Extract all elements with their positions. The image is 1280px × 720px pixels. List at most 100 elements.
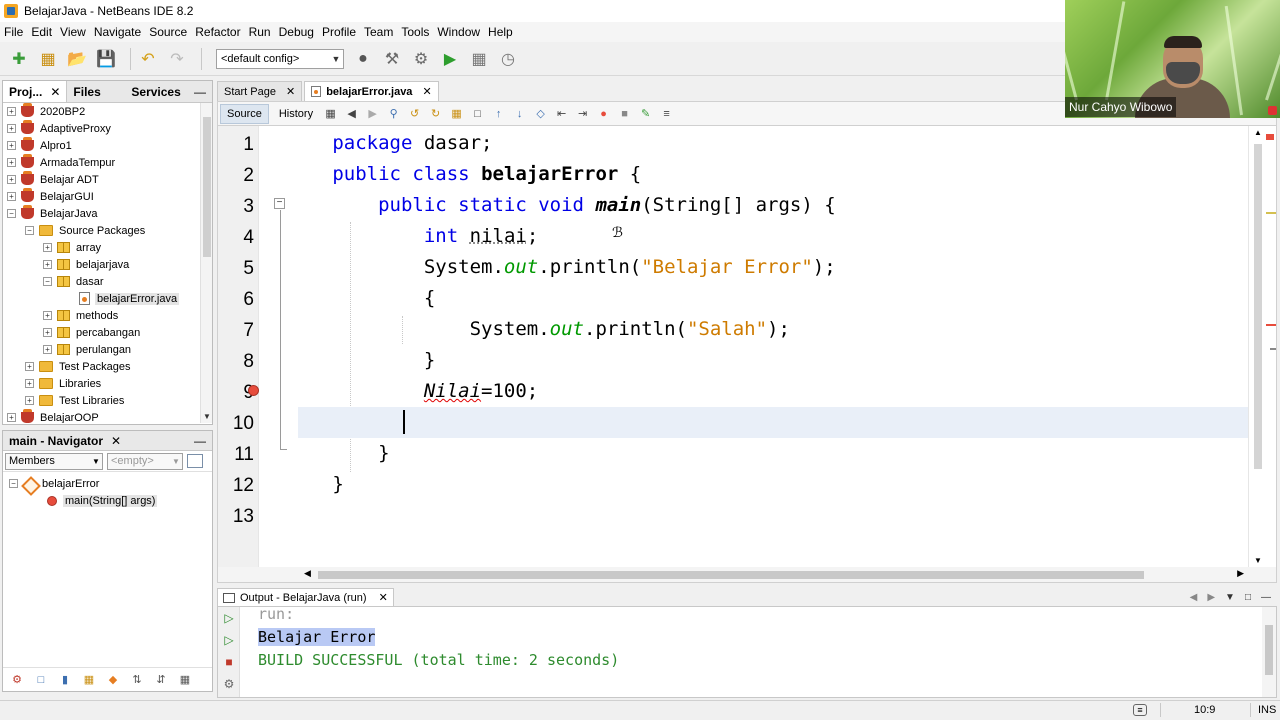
tree-item[interactable]: + BelajarOOP (3, 409, 212, 423)
tab-services[interactable]: Services (125, 81, 186, 102)
menu-navigate[interactable]: Navigate (94, 25, 141, 39)
toggle-highlight-icon[interactable]: ▦ (449, 106, 464, 121)
back-icon[interactable]: ◀ (344, 106, 359, 121)
toggle-bookmark-icon[interactable]: ◇ (533, 106, 548, 121)
expand-icon[interactable]: + (7, 107, 16, 116)
expand-icon[interactable]: + (25, 396, 34, 405)
minimize-button[interactable]: — (194, 434, 206, 448)
stop-icon[interactable]: ■ (222, 655, 236, 669)
scroll-right-icon[interactable]: ▶ (1237, 568, 1244, 579)
expand-icon[interactable]: + (43, 243, 52, 252)
expand-icon[interactable]: + (7, 175, 16, 184)
projects-scrollbar[interactable]: ▼ (200, 103, 212, 423)
tree-item-selected[interactable]: belajarError.java (3, 290, 212, 307)
menu-edit[interactable]: Edit (31, 25, 52, 39)
last-edit-icon[interactable]: ▦ (323, 106, 338, 121)
tab-projects[interactable]: Proj... ✕ (3, 81, 68, 102)
open-project-icon[interactable]: 📂 (66, 48, 88, 70)
maximize-icon[interactable]: □ (1245, 592, 1251, 603)
nonpublic-filter-icon[interactable]: ▮ (57, 673, 73, 687)
javadoc-icon[interactable]: ▦ (177, 673, 193, 687)
profile-icon[interactable]: ◷ (497, 48, 519, 70)
expand-icon[interactable]: + (7, 124, 16, 133)
comment-icon[interactable]: ✎ (638, 106, 653, 121)
static-filter-icon[interactable]: □ (33, 673, 49, 687)
debug-icon[interactable]: ▦ (468, 48, 490, 70)
expand-icon[interactable]: + (25, 362, 34, 371)
tree-item[interactable]: + methods (3, 307, 212, 324)
expand-icon[interactable]: + (7, 413, 16, 422)
globe-icon[interactable]: ● (352, 48, 374, 70)
tree-item[interactable]: + array (3, 239, 212, 256)
error-stripe[interactable] (1266, 324, 1276, 326)
tab-start-page[interactable]: Start Page ✕ (217, 81, 303, 101)
previous-bookmark-icon[interactable]: ↑ (491, 106, 506, 121)
close-icon[interactable]: ✕ (422, 85, 431, 98)
tree-item[interactable]: + Alpro1 (3, 137, 212, 154)
menu-help[interactable]: Help (488, 25, 513, 39)
sort-by-name-icon[interactable]: ⇅ (129, 673, 145, 687)
tree-item[interactable]: + Belajar ADT (3, 171, 212, 188)
navigator-class-item[interactable]: − belajarError (3, 475, 212, 492)
tree-item[interactable]: + Test Libraries (3, 392, 212, 409)
toggle-rect-select-icon[interactable]: □ (470, 106, 485, 121)
close-icon[interactable]: ✕ (50, 85, 60, 99)
scroll-up-icon[interactable]: ▲ (1254, 128, 1262, 137)
tab-files[interactable]: Files (67, 81, 125, 102)
menu-tools[interactable]: Tools (401, 25, 429, 39)
menu-debug[interactable]: Debug (279, 25, 314, 39)
menu-source[interactable]: Source (149, 25, 187, 39)
close-icon[interactable]: ✕ (286, 85, 295, 98)
tree-item[interactable]: +2020BP2 (3, 103, 212, 120)
collapse-icon[interactable]: − (9, 479, 18, 488)
save-all-icon[interactable]: 💾 (95, 48, 117, 70)
navigator-method-item[interactable]: main(String[] args) (3, 492, 212, 509)
history-button[interactable]: History (273, 104, 319, 124)
build-icon[interactable]: ⚒ (381, 48, 403, 70)
expand-icon[interactable]: + (7, 158, 16, 167)
stop-macro-icon[interactable]: ■ (617, 106, 632, 121)
shift-right-icon[interactable]: ⇥ (575, 106, 590, 121)
menu-file[interactable]: File (4, 25, 23, 39)
error-icon[interactable] (248, 385, 259, 396)
scrollbar-thumb[interactable] (318, 571, 1144, 579)
tree-item[interactable]: + belajarjava (3, 256, 212, 273)
tree-item[interactable]: − BelajarJava (3, 205, 212, 222)
tree-item[interactable]: + percabangan (3, 324, 212, 341)
menu-run[interactable]: Run (249, 25, 271, 39)
minimize-button[interactable]: — (188, 81, 212, 102)
expand-icon[interactable]: + (7, 192, 16, 201)
scrollbar-thumb[interactable] (1265, 625, 1273, 675)
close-icon[interactable]: ✕ (111, 434, 121, 448)
sort-by-source-icon[interactable]: ⇵ (153, 673, 169, 687)
tree-item[interactable]: + perulangan (3, 341, 212, 358)
rerun-with-params-icon[interactable]: ▷ (222, 633, 236, 647)
collapse-icon[interactable]: − (7, 209, 16, 218)
source-button[interactable]: Source (220, 103, 269, 124)
scrollbar-thumb[interactable] (1254, 144, 1262, 469)
shift-left-icon[interactable]: ⇤ (554, 106, 569, 121)
scrollbar-thumb[interactable] (203, 117, 211, 257)
expand-icon[interactable]: + (43, 345, 52, 354)
scroll-down-icon[interactable]: ▼ (203, 412, 211, 421)
menu-team[interactable]: Team (364, 25, 393, 39)
minimize-icon[interactable]: — (1261, 592, 1271, 603)
expand-icon[interactable]: + (43, 260, 52, 269)
editor-scrollbar[interactable]: ▲ ▼ (1248, 126, 1276, 567)
error-stripe-icon[interactable] (1266, 134, 1274, 140)
rerun-icon[interactable]: ▷ (222, 611, 236, 625)
find-next-icon[interactable]: ↻ (428, 106, 443, 121)
fields-filter-icon[interactable]: ⚙ (9, 673, 25, 687)
menu-view[interactable]: View (60, 25, 86, 39)
fold-collapse-icon[interactable]: − (274, 198, 285, 209)
tree-item[interactable]: + Test Packages (3, 358, 212, 375)
tree-item[interactable]: + AdaptiveProxy (3, 120, 212, 137)
menu-window[interactable]: Window (437, 25, 480, 39)
previous-tab-icon[interactable]: ◀ (1190, 592, 1198, 603)
new-project-icon[interactable]: ▦ (37, 48, 59, 70)
menu-refactor[interactable]: Refactor (195, 25, 240, 39)
undo-icon[interactable]: ↶ (137, 48, 159, 70)
tab-belajar-error[interactable]: belajarError.java ✕ (304, 81, 439, 101)
tree-item[interactable]: + Libraries (3, 375, 212, 392)
tree-item[interactable]: − Source Packages (3, 222, 212, 239)
